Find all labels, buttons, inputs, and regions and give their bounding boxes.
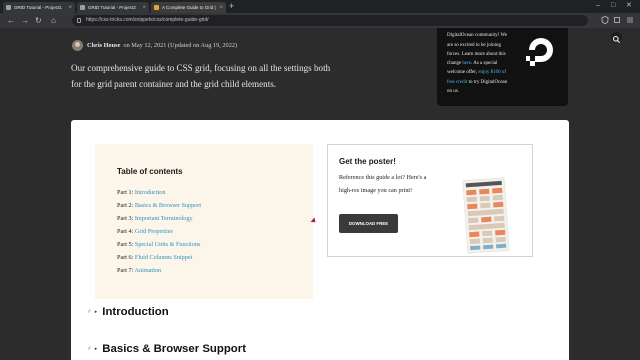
toc-link-grid-properties[interactable]: Grid Properties [135, 228, 173, 235]
expand-arrow-icon[interactable]: ▸ [95, 346, 98, 352]
toc-link-basics[interactable]: Basics & Browser Support [135, 202, 201, 209]
tab-label: A Complete Guide to Grid | CSS-Tricks [162, 5, 217, 10]
tab-favicon-icon [154, 5, 159, 10]
tab-favicon-icon [6, 5, 11, 10]
table-of-contents: Table of contents Part 1: Introduction P… [95, 144, 313, 299]
ad-here-link[interactable]: here [462, 61, 471, 66]
grid-poster-image[interactable] [462, 177, 510, 254]
toc-link-introduction[interactable]: Introduction [135, 189, 166, 196]
poster-promo: Get the poster! Reference this guide a l… [327, 144, 533, 257]
section-heading-basics: # ▸ Basics & Browser Support [88, 343, 246, 355]
toc-part: Part 3: [117, 215, 134, 222]
digitalocean-logo-icon [526, 38, 553, 66]
author-avatar[interactable] [72, 40, 83, 51]
toc-link-terminology[interactable]: Important Terminology [135, 215, 193, 222]
tab-favicon-icon [80, 5, 85, 10]
section-anchor-link[interactable]: # [88, 346, 91, 352]
site-search-button[interactable] [611, 32, 622, 43]
toc-item: Part 1: Introduction [117, 186, 201, 199]
toc-item: Part 7: Animation [117, 264, 201, 277]
url-text: https://css-tricks.com/snippets/css/comp… [86, 17, 209, 23]
tab-close-icon[interactable]: × [142, 5, 146, 11]
author-name[interactable]: Chris House [87, 42, 120, 49]
lock-icon [77, 18, 81, 23]
tab-label: GRID Tutorial - Project1 [14, 5, 62, 10]
author-byline: Chris House on May 12, 2021 (Updated on … [72, 40, 237, 51]
shield-icon[interactable] [601, 16, 609, 24]
toc-part: Part 6: [117, 254, 134, 261]
toc-item: Part 5: Special Units & Functions [117, 238, 201, 251]
toc-part: Part 1: [117, 189, 134, 196]
maximize-button[interactable]: □ [611, 0, 615, 12]
toc-item: Part 3: Important Terminology [117, 212, 201, 225]
toc-title: Table of contents [117, 167, 183, 176]
toc-link-animation[interactable]: Animation [135, 267, 161, 274]
section-anchor-link[interactable]: # [88, 309, 91, 315]
browser-toolbar: ← → ↻ ⌂ https://css-tricks.com/snippets/… [0, 13, 640, 28]
toc-part: Part 2: [117, 202, 134, 209]
section-title: Introduction [102, 306, 169, 318]
toc-link-fluid-columns[interactable]: Fluid Columns Snippet [135, 254, 192, 261]
poster-description: Reference this guide a lot? Here's a hig… [339, 174, 427, 194]
tab-close-icon[interactable]: × [68, 5, 72, 11]
poster-title: Get the poster! [339, 157, 396, 166]
address-bar[interactable]: https://css-tricks.com/snippets/css/comp… [72, 15, 588, 26]
download-free-button[interactable]: DOWNLOAD FREE [339, 214, 398, 233]
new-tab-button[interactable]: + [229, 1, 234, 12]
close-window-button[interactable]: ✕ [626, 0, 632, 12]
article-intro: Our comprehensive guide to CSS grid, foc… [71, 63, 331, 89]
browser-tab-bar: GRID Tutorial - Project1 × GRID Tutorial… [0, 0, 640, 13]
toc-part: Part 4: [117, 228, 134, 235]
back-button[interactable]: ← [7, 15, 15, 26]
browser-tab-1[interactable]: GRID Tutorial - Project1 × [3, 2, 75, 13]
toc-part: Part 7: [117, 267, 134, 274]
forward-button[interactable]: → [21, 15, 29, 26]
web-page: Chris House on May 12, 2021 (Updated on … [0, 28, 640, 360]
ad-text: CSS-Tricks is joining the DigitalOcean c… [447, 28, 511, 96]
section-heading-introduction: # ▸ Introduction [88, 306, 169, 318]
browser-tab-3[interactable]: A Complete Guide to Grid | CSS-Tricks × [151, 2, 226, 13]
toc-part: Part 5: [117, 241, 134, 248]
section-title: Basics & Browser Support [102, 343, 246, 355]
toc-link-special-units[interactable]: Special Units & Functions [135, 241, 200, 248]
publish-dates: on May 12, 2021 (Updated on Aug 19, 2022… [123, 42, 238, 49]
minimize-button[interactable]: – [596, 0, 600, 12]
tab-label: GRID Tutorial - Project2 [88, 5, 136, 10]
toc-list: Part 1: Introduction Part 2: Basics & Br… [117, 186, 201, 277]
tab-close-icon[interactable]: × [219, 5, 223, 11]
toc-item: Part 2: Basics & Browser Support [117, 199, 201, 212]
toc-item: Part 6: Fluid Columns Snippet [117, 251, 201, 264]
expand-arrow-icon[interactable]: ▸ [95, 309, 98, 315]
reload-button[interactable]: ↻ [35, 15, 42, 26]
menu-icon[interactable] [626, 16, 634, 24]
search-icon [613, 36, 620, 43]
extensions-icon[interactable] [613, 16, 621, 24]
article-card: Table of contents Part 1: Introduction P… [71, 120, 569, 360]
browser-tab-2[interactable]: GRID Tutorial - Project2 × [77, 2, 149, 13]
digitalocean-ad[interactable]: CSS-Tricks is joining the DigitalOcean c… [437, 28, 568, 106]
toc-item: Part 4: Grid Properties [117, 225, 201, 238]
home-button[interactable]: ⌂ [51, 15, 56, 26]
